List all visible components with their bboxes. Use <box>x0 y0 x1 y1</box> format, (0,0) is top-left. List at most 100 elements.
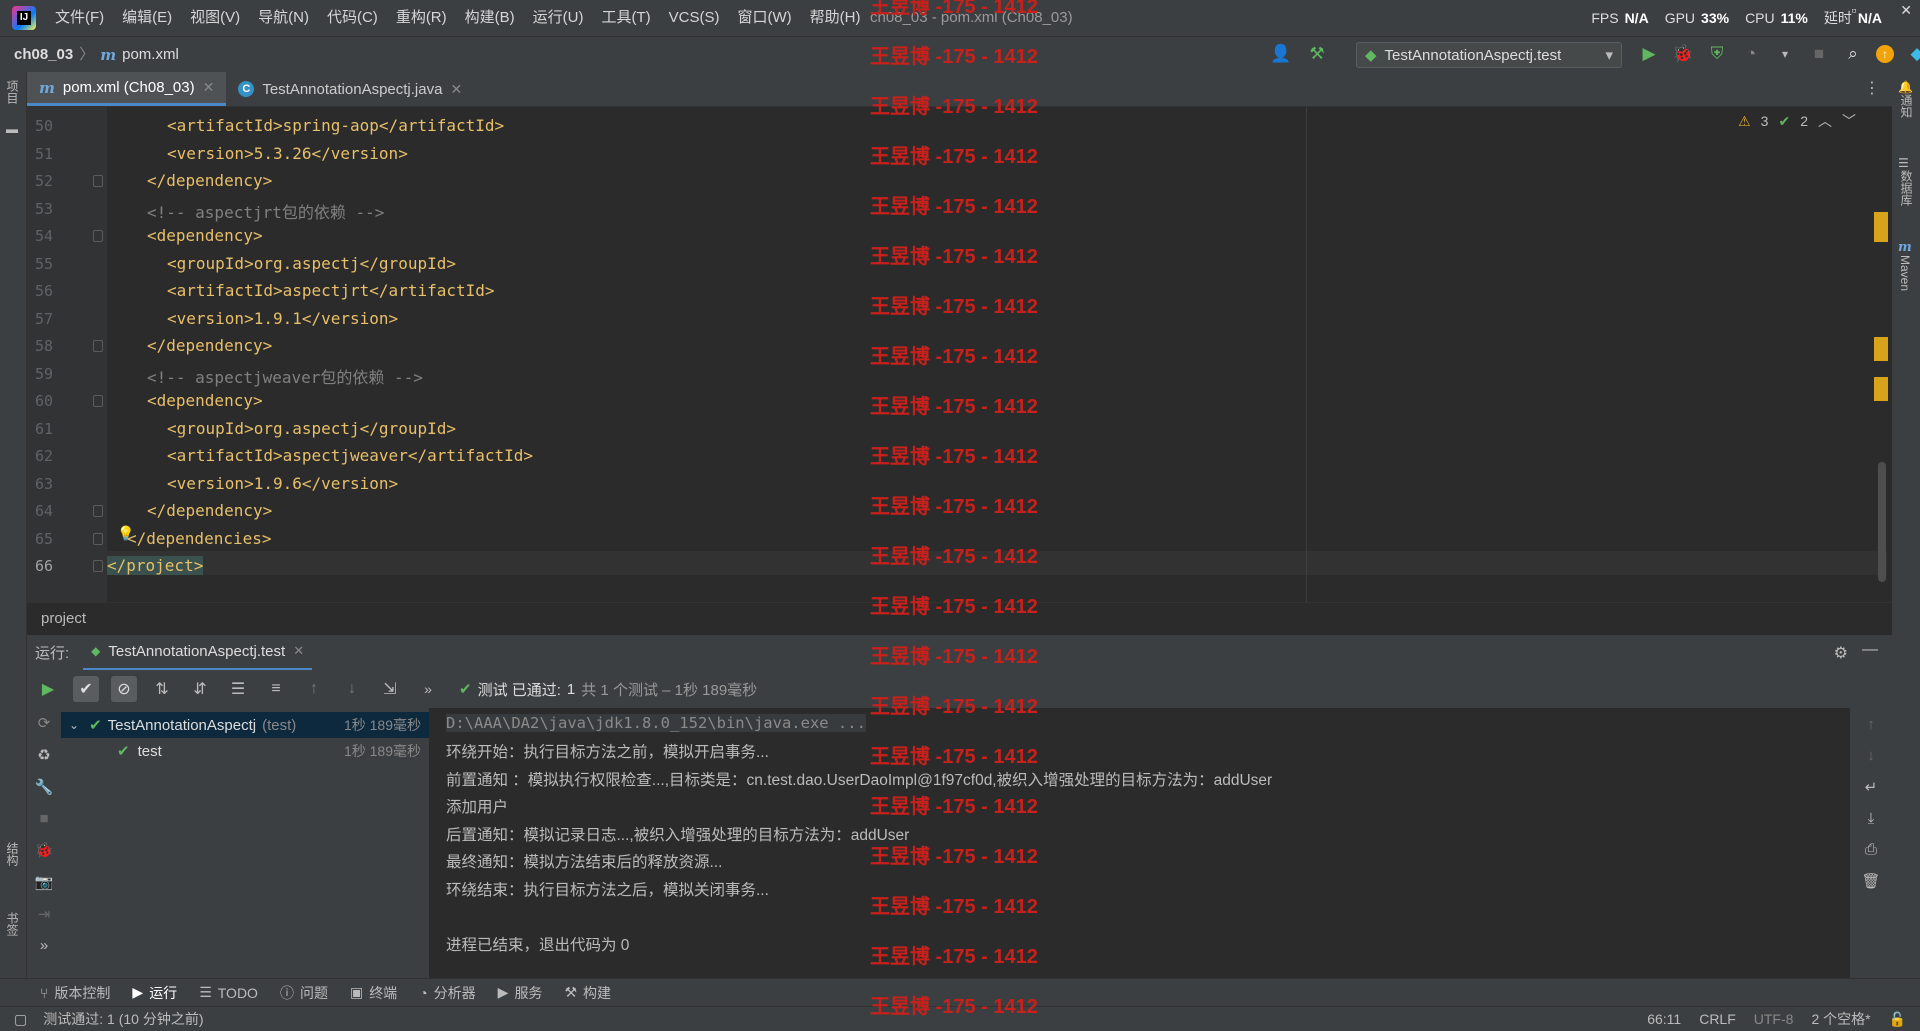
show-ignored-icon[interactable]: ⊘ <box>111 676 137 702</box>
fold-marker-icon[interactable] <box>93 230 103 242</box>
fold-marker-icon[interactable] <box>93 395 103 407</box>
tool-services[interactable]: ▶ 服务 <box>498 983 543 1003</box>
menu-tools[interactable]: 工具(T) <box>592 0 659 36</box>
close-window-icon[interactable]: ✕ <box>1900 2 1912 18</box>
restore-window-icon[interactable]: ▫ <box>1851 2 1856 18</box>
fold-marker-icon[interactable] <box>93 175 103 187</box>
status-message[interactable]: 测试通过: 1 (10 分钟之前) <box>43 1007 203 1031</box>
inspection-widget[interactable]: ⚠ 3 ✔ 2 ︿ ﹀ <box>1738 111 1856 131</box>
toolbox-icon[interactable]: ◆ <box>1906 43 1920 65</box>
show-passed-icon[interactable]: ✔ <box>73 676 99 702</box>
soft-wrap-icon[interactable]: ↵ <box>1865 778 1878 796</box>
console-line-command[interactable]: D:\AAA\DA2\java\jdk1.8.0_152\bin\java.ex… <box>446 714 866 732</box>
scroll-to-end-icon[interactable]: ⤓ <box>1868 810 1875 827</box>
more-icon[interactable]: » <box>40 937 48 954</box>
warning-stripe-marker[interactable] <box>1874 337 1888 361</box>
print-icon[interactable]: ⎙ <box>1865 841 1877 858</box>
menu-file[interactable]: 文件(F) <box>46 0 113 36</box>
xml-breadcrumb-item[interactable]: project <box>41 610 86 627</box>
next-failed-icon[interactable]: ↓ <box>339 676 365 702</box>
tool-build[interactable]: ⚒ 构建 <box>564 983 611 1003</box>
wrench-icon[interactable]: 🔧 <box>35 778 54 796</box>
tab-test-annotation-aspectj[interactable]: C TestAnnotationAspectj.java ✕ <box>226 72 474 106</box>
scroll-up-icon[interactable]: ↑ <box>1867 716 1875 733</box>
fold-marker-icon[interactable] <box>93 340 103 352</box>
user-account-icon[interactable]: 👤 <box>1270 43 1292 65</box>
run-tab[interactable]: ◆ TestAnnotationAspectj.test ✕ <box>83 635 313 671</box>
expand-chevron-icon[interactable]: ⌄ <box>69 718 79 732</box>
debug-icon[interactable]: 🐞 <box>1672 43 1694 65</box>
maven-tool-button[interactable]: m Maven <box>1898 240 1912 295</box>
chevron-up-icon[interactable]: ︿ <box>1818 111 1832 131</box>
menu-build[interactable]: 构建(B) <box>456 0 524 36</box>
trash-icon[interactable]: 🗑 <box>1861 872 1880 890</box>
sort-duration-icon[interactable]: ⇵ <box>187 676 213 702</box>
update-icon[interactable]: ↑ <box>1876 45 1894 63</box>
close-icon[interactable]: ✕ <box>203 79 215 96</box>
exit-icon[interactable]: ⇥ <box>38 905 51 923</box>
fold-marker-icon[interactable] <box>93 560 103 572</box>
editor-scrollbar[interactable] <box>1878 462 1886 582</box>
tab-pom-xml[interactable]: m pom.xml (Ch08_03) ✕ <box>27 72 227 106</box>
chevron-down-icon[interactable]: ﹀ <box>1842 111 1856 131</box>
menu-refactor[interactable]: 重构(R) <box>387 0 456 36</box>
menu-vcs[interactable]: VCS(S) <box>660 0 729 36</box>
menu-edit[interactable]: 编辑(E) <box>113 0 181 36</box>
collapse-all-icon[interactable]: ≡ <box>263 676 289 702</box>
tool-todo[interactable]: ☰ TODO <box>199 984 258 1001</box>
console-output[interactable]: D:\AAA\DA2\java\jdk1.8.0_152\bin\java.ex… <box>430 708 1850 978</box>
more-actions-icon[interactable]: » <box>415 676 441 702</box>
rerun-failed-icon[interactable]: ⟳ <box>38 714 51 732</box>
indent-setting[interactable]: 2 个空格* <box>1811 1007 1870 1031</box>
debug-icon[interactable]: 🐞 <box>35 841 54 859</box>
stop-icon[interactable]: ■ <box>1808 43 1830 65</box>
run-icon[interactable]: ▶ <box>1638 43 1660 65</box>
menu-run[interactable]: 运行(U) <box>524 0 593 36</box>
rerun-icon[interactable]: ▶ <box>35 676 61 702</box>
close-icon[interactable]: ✕ <box>293 643 304 659</box>
more-run-chevron-icon[interactable]: ▾ <box>1774 43 1796 65</box>
tree-row-test-class[interactable]: ⌄ ✔ TestAnnotationAspectj (test) 1秒 189毫… <box>61 712 429 738</box>
tool-version-control[interactable]: ⑂ 版本控制 <box>40 983 110 1003</box>
previous-failed-icon[interactable]: ↑ <box>301 676 327 702</box>
profile-icon[interactable]: ◔ <box>1740 43 1762 65</box>
menu-code[interactable]: 代码(C) <box>318 0 387 36</box>
breadcrumb-project[interactable]: ch08_03 <box>14 37 73 73</box>
import-tests-icon[interactable]: ⇲ <box>377 676 403 702</box>
file-encoding[interactable]: UTF-8 <box>1754 1007 1794 1031</box>
fold-marker-icon[interactable] <box>93 533 103 545</box>
tool-window-toggle-icon[interactable]: ▢ <box>14 1007 27 1031</box>
close-icon[interactable]: ✕ <box>450 81 462 98</box>
notifications-tool-button[interactable]: 🔔 通知 <box>1898 80 1920 122</box>
minimize-icon[interactable]: — <box>1862 641 1878 659</box>
tree-row-test-method[interactable]: ✔ test 1秒 189毫秒 <box>61 738 429 764</box>
tool-problems[interactable]: ⓘ 问题 <box>280 983 328 1003</box>
warning-stripe-marker[interactable] <box>1874 212 1888 242</box>
breadcrumb-file[interactable]: pom.xml <box>122 37 179 73</box>
tool-terminal[interactable]: ▣ 终端 <box>350 983 397 1003</box>
database-tool-button[interactable]: ☰ 数据库 <box>1898 156 1920 210</box>
more-tabs-icon[interactable]: ⋮ <box>1864 78 1880 98</box>
camera-icon[interactable]: 📷 <box>35 873 54 891</box>
sort-alpha-icon[interactable]: ⇅ <box>149 676 175 702</box>
search-icon[interactable]: ⌕ <box>1842 43 1864 65</box>
run-configuration-select[interactable]: ◆ TestAnnotationAspectj.test ▾ <box>1356 42 1622 68</box>
menu-view[interactable]: 视图(V) <box>181 0 249 36</box>
warning-stripe-marker[interactable] <box>1874 377 1888 401</box>
lock-icon[interactable]: 🔓 <box>1889 1007 1906 1031</box>
expand-all-icon[interactable]: ☰ <box>225 676 251 702</box>
scroll-down-icon[interactable]: ↓ <box>1867 747 1875 764</box>
fold-marker-icon[interactable] <box>93 505 103 517</box>
gear-icon[interactable]: ⚙ <box>1834 643 1848 663</box>
tool-profiler[interactable]: ◔ 分析器 <box>419 983 475 1003</box>
stop-icon[interactable]: ■ <box>39 810 48 827</box>
build-hammer-icon[interactable]: ⚒ <box>1306 43 1328 65</box>
menu-help[interactable]: 帮助(H) <box>801 0 870 36</box>
tool-run[interactable]: ▶ 运行 <box>132 983 177 1003</box>
coverage-icon[interactable]: ⛨ <box>1706 43 1728 65</box>
toggle-auto-test-icon[interactable]: ♻ <box>37 746 50 764</box>
menu-navigate[interactable]: 导航(N) <box>249 0 318 36</box>
caret-position[interactable]: 66:11 <box>1647 1007 1681 1031</box>
line-separator[interactable]: CRLF <box>1699 1007 1736 1031</box>
menu-window[interactable]: 窗口(W) <box>728 0 800 36</box>
